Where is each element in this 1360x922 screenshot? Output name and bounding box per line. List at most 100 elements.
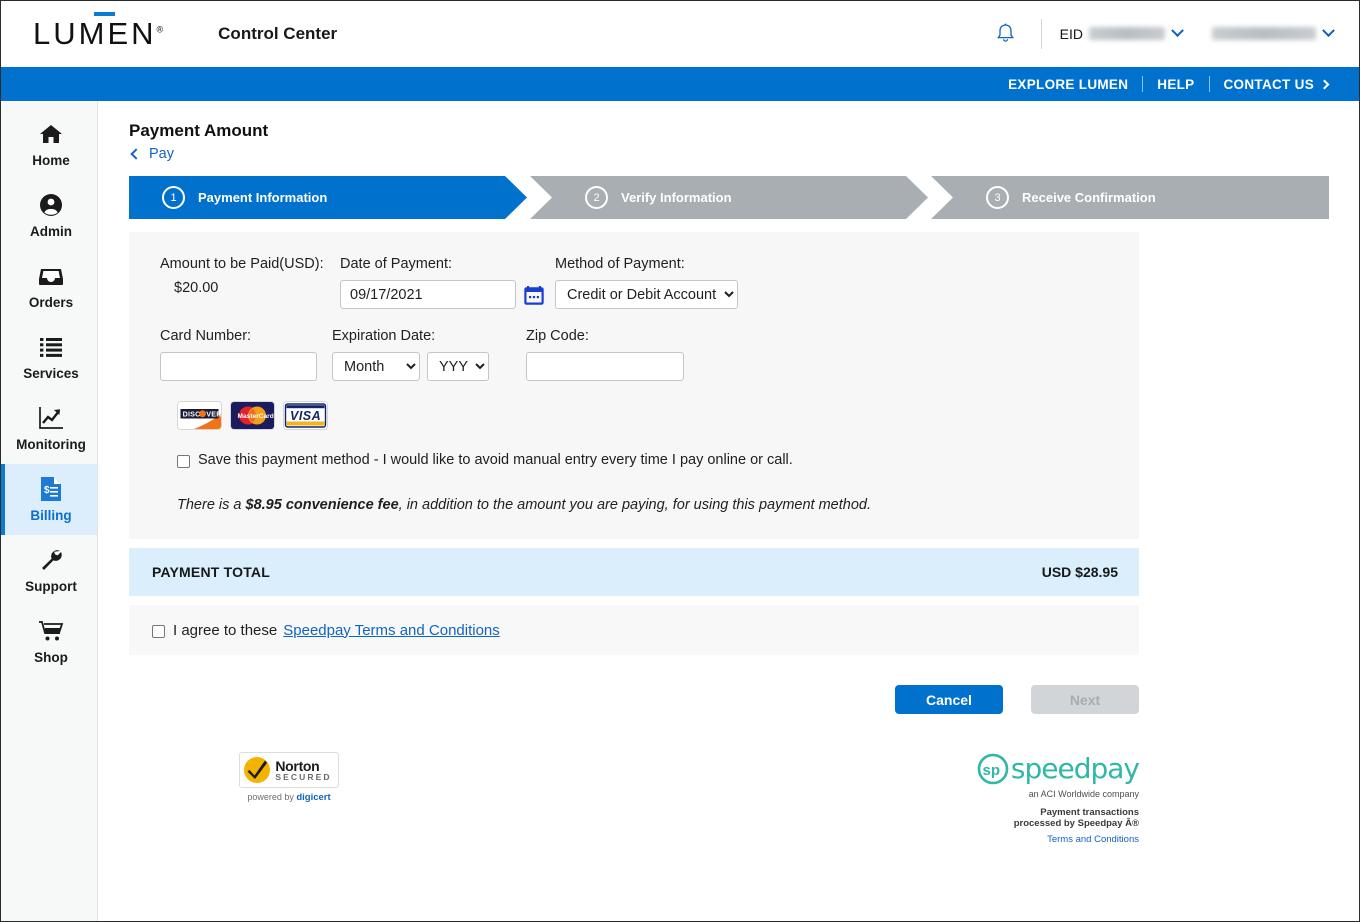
sidebar-item-monitoring[interactable]: Monitoring <box>1 393 97 464</box>
norton-text: Norton SECURED <box>275 759 331 782</box>
user-account-dropdown[interactable] <box>1212 24 1335 40</box>
form-row-amount: Amount to be Paid(USD): $20.00 Date of P… <box>160 256 1139 309</box>
amount-field-group: Amount to be Paid(USD): $20.00 <box>160 256 340 309</box>
date-label: Date of Payment: <box>340 256 453 272</box>
norton-powered-prefix: powered by <box>247 792 297 802</box>
notification-bell-icon[interactable] <box>989 17 1023 51</box>
chevron-left-icon <box>130 148 142 160</box>
sidebar-item-support[interactable]: Support <box>1 535 97 606</box>
sidebar-nav: Home Admin Orders Services Monitoring $ … <box>1 101 98 921</box>
user-circle-icon <box>38 192 64 218</box>
step-label: Payment Information <box>198 190 328 205</box>
lumen-logo[interactable]: LUMEN® <box>33 12 163 51</box>
sidebar-item-billing[interactable]: $ Billing <box>1 464 97 535</box>
svg-text:DISC: DISC <box>183 410 201 419</box>
accepted-card-logos: DISC VER MasterCard VISA <box>177 401 1139 430</box>
sidebar-item-label: Orders <box>28 295 74 310</box>
convenience-fee-note: There is a $8.95 convenience fee, in add… <box>177 497 1139 513</box>
nav-explore-lumen[interactable]: EXPLORE LUMEN <box>994 77 1142 92</box>
norton-title: Norton <box>275 757 320 774</box>
speedpay-wordmark: speedpay <box>1010 752 1140 785</box>
norton-secured-badge: Norton SECURED powered by digicert <box>239 752 339 847</box>
main-content: Payment Amount Pay 1 Payment Information… <box>98 101 1359 921</box>
app-title: Control Center <box>218 23 338 43</box>
sidebar-item-label: Admin <box>30 224 72 239</box>
calendar-icon[interactable] <box>524 285 544 305</box>
chevron-down-icon <box>1322 24 1335 38</box>
terms-agreement-text: I agree to these <box>173 621 278 639</box>
header-right-controls: EID <box>989 17 1335 51</box>
zip-code-input[interactable] <box>526 352 684 381</box>
sidebar-item-home[interactable]: Home <box>1 109 97 180</box>
method-of-payment-select[interactable]: Credit or Debit Account <box>555 280 738 309</box>
app-window: LUMEN® Control Center EID EXPLORE LUMEN … <box>0 0 1360 922</box>
breadcrumb[interactable]: Pay <box>129 146 1329 162</box>
terms-agreement-checkbox[interactable] <box>152 625 165 638</box>
eid-dropdown[interactable]: EID <box>1060 24 1184 42</box>
svg-text:VER: VER <box>206 410 221 419</box>
nav-help[interactable]: HELP <box>1143 77 1208 92</box>
top-header: LUMEN® Control Center EID <box>1 1 1359 67</box>
norton-powered-by: powered by digicert <box>247 792 330 803</box>
terms-agreement-row: I agree to these Speedpay Terms and Cond… <box>129 605 1139 655</box>
payment-total-label: PAYMENT TOTAL <box>152 564 270 580</box>
nav-contact-us[interactable]: CONTACT US <box>1210 77 1343 92</box>
zip-field-group: Zip Code: <box>526 328 684 381</box>
sidebar-item-label: Home <box>32 153 70 168</box>
header-divider <box>1040 18 1042 49</box>
save-payment-method-row[interactable]: Save this payment method - I would like … <box>177 452 1139 468</box>
cancel-button[interactable]: Cancel <box>895 685 1003 714</box>
wrench-icon <box>38 547 64 573</box>
card-number-label: Card Number: <box>160 328 252 344</box>
fee-note-amount: $8.95 convenience fee <box>245 497 399 513</box>
step-number: 2 <box>585 186 608 209</box>
sidebar-item-services[interactable]: Services <box>1 322 97 393</box>
fee-note-prefix: There is a <box>177 497 246 513</box>
speedpay-terms-and-conditions-link[interactable]: Terms and Conditions <box>1047 834 1139 845</box>
speedpay-footer: sp speedpay an ACI Worldwide company Pay… <box>879 752 1140 847</box>
svg-text:MasterCard: MasterCard <box>238 413 274 420</box>
save-payment-method-label: Save this payment method - I would like … <box>198 452 793 468</box>
speedpay-terms-link[interactable]: Speedpay Terms and Conditions <box>283 622 500 639</box>
breadcrumb-pay-link[interactable]: Pay <box>149 146 174 162</box>
expiration-month-select[interactable]: Month <box>332 352 420 381</box>
speedpay-mark-icon: sp <box>977 753 1009 785</box>
svg-text:sp: sp <box>982 762 1000 779</box>
page-title: Payment Amount <box>129 121 269 140</box>
sidebar-item-shop[interactable]: Shop <box>1 606 97 677</box>
date-of-payment-input[interactable] <box>340 280 516 309</box>
digicert-brand: digicert <box>296 792 331 803</box>
amount-label: Amount to be Paid(USD): <box>160 256 324 272</box>
nav-contact-us-label: CONTACT US <box>1223 76 1314 92</box>
speedpay-logo: sp speedpay <box>879 752 1140 786</box>
norton-subtitle: SECURED <box>275 771 332 782</box>
eid-value-redacted <box>1089 27 1165 40</box>
step-label: Verify Information <box>621 190 732 205</box>
sidebar-item-label: Monitoring <box>16 437 86 452</box>
speedpay-line-1: Payment transactions <box>1040 807 1139 818</box>
speedpay-line-2: processed by Speedpay Â® <box>1013 818 1139 829</box>
save-payment-method-checkbox[interactable] <box>177 455 190 468</box>
form-row-card: Card Number: Expiration Date: Month YYYY <box>160 328 1139 381</box>
cart-icon <box>38 618 64 644</box>
chart-line-icon <box>38 405 64 431</box>
sidebar-item-admin[interactable]: Admin <box>1 180 97 251</box>
payment-total-value: USD $28.95 <box>1041 564 1118 580</box>
step-receive-confirmation[interactable]: 3 Receive Confirmation <box>931 176 1329 219</box>
lumen-wordmark: LUMEN <box>33 16 157 51</box>
norton-badge-body: Norton SECURED <box>239 752 339 788</box>
list-icon <box>38 334 64 360</box>
visa-card-logo: VISA <box>283 401 328 430</box>
step-payment-information[interactable]: 1 Payment Information <box>129 176 527 219</box>
step-verify-information[interactable]: 2 Verify Information <box>530 176 928 219</box>
payment-form-panel: Amount to be Paid(USD): $20.00 Date of P… <box>129 232 1139 539</box>
footer-badges: Norton SECURED powered by digicert sp sp <box>129 752 1140 847</box>
sidebar-item-label: Support <box>25 579 77 594</box>
progress-stepper: 1 Payment Information 2 Verify Informati… <box>129 176 1329 219</box>
card-number-input[interactable] <box>160 352 317 381</box>
date-input-wrap <box>340 280 555 309</box>
sidebar-item-orders[interactable]: Orders <box>1 251 97 322</box>
speedpay-tagline: an ACI Worldwide company <box>1028 789 1139 799</box>
expiration-year-select[interactable]: YYYY <box>427 352 489 381</box>
date-field-group: Date of Payment: <box>340 256 555 309</box>
